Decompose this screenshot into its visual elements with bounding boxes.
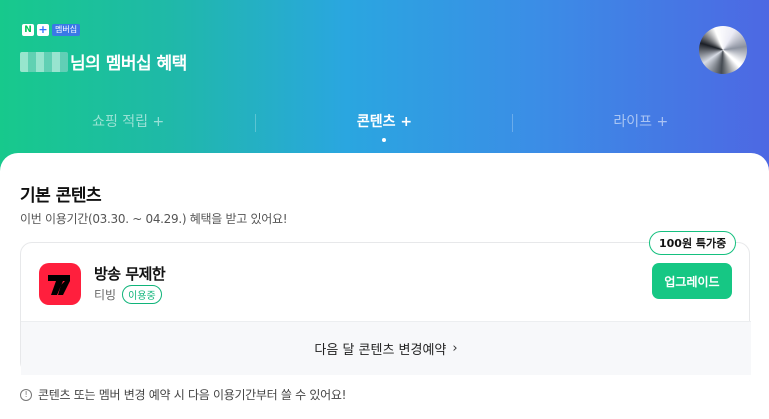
naver-logo-icon: N [22,24,34,36]
content-change-reservation-button[interactable]: 다음 달 콘텐츠 변경예약 › [21,321,751,375]
plus-icon: + [37,23,49,36]
tving-app-icon [39,263,81,305]
info-icon: ! [20,388,32,401]
service-card: 방송 무제한 티빙 이용중 100원 특가중 업그레이드 다음 달 콘텐츠 변경… [20,231,751,375]
tab-shopping-label: 쇼핑 적립 + [92,114,165,130]
membership-badge-label: 멤버십 [52,24,81,36]
page-title: 님의 멤버십 혜택 [20,49,187,74]
membership-badge: N + 멤버십 [22,23,81,36]
avatar[interactable] [699,26,747,74]
tab-contents[interactable]: 콘텐츠 + [256,100,513,146]
tving-logo-icon [48,275,70,295]
notice: ! 콘텐츠 또는 멤버 변경 예약 시 다음 이용기간부터 쓸 수 있어요! [20,386,346,403]
status-badge: 이용중 [122,285,162,304]
tab-life-label: 라이프 + [613,114,669,130]
notice-text: 콘텐츠 또는 멤버 변경 예약 시 다음 이용기간부터 쓸 수 있어요! [38,388,347,402]
chevron-right-icon: › [452,341,458,356]
service-app-name: 티빙 [94,288,117,302]
service-meta: 티빙 이용중 [94,285,162,304]
reservation-label: 다음 달 콘텐츠 변경예약 [314,343,447,358]
tab-shopping[interactable]: 쇼핑 적립 + [0,100,257,146]
tab-life[interactable]: 라이프 + [513,100,769,146]
tab-contents-label: 콘텐츠 + [356,114,413,130]
active-tab-indicator [382,138,387,142]
content-panel: 기본 콘텐츠 이번 이용기간(03.30. ~ 04.29.) 혜택을 받고 있… [0,153,769,419]
page-title-text: 님의 멤버십 혜택 [70,54,187,74]
service-name: 방송 무제한 [94,265,166,283]
blurred-user-name [20,51,68,72]
benefit-tabs: 쇼핑 적립 + 콘텐츠 + 라이프 + [0,100,769,146]
upgrade-button[interactable]: 업그레이드 [652,263,732,299]
promo-tooltip: 100원 특가중 [649,231,737,255]
section-title: 기본 콘텐츠 [20,186,102,206]
section-subtitle: 이번 이용기간(03.30. ~ 04.29.) 혜택을 받고 있어요! [20,212,288,226]
